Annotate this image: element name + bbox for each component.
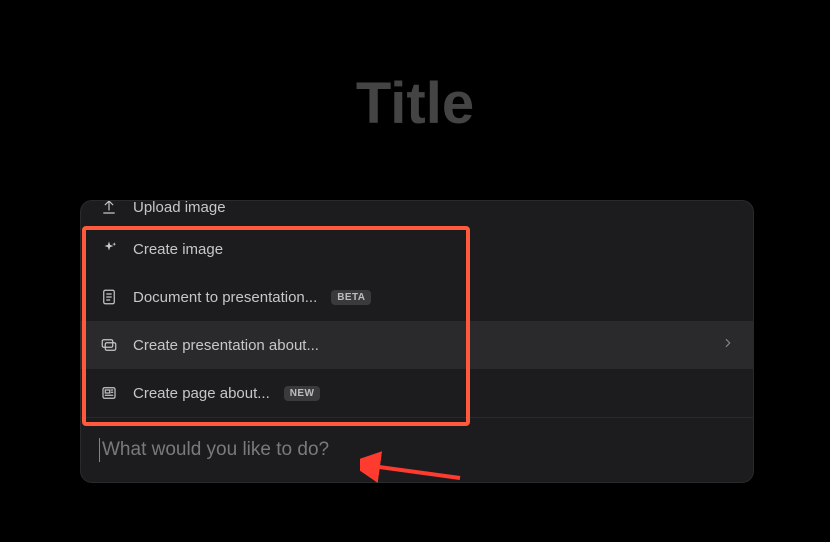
menu-item-label: Create image <box>133 241 223 258</box>
menu-item-upload-image[interactable]: Upload image <box>81 200 753 225</box>
menu-item-create-page[interactable]: Create page about... NEW <box>81 369 753 417</box>
command-input-area <box>81 417 753 482</box>
new-badge: NEW <box>284 386 321 401</box>
chevron-right-icon <box>721 336 735 354</box>
page-icon <box>99 383 119 403</box>
text-caret <box>99 438 100 462</box>
menu-item-create-image[interactable]: Create image <box>81 225 753 273</box>
document-icon <box>99 287 119 307</box>
command-panel: Upload image Create image Document t <box>80 200 754 483</box>
menu-item-label: Create page about... <box>133 385 270 402</box>
beta-badge: BETA <box>331 290 371 305</box>
menu-item-doc-to-presentation[interactable]: Document to presentation... BETA <box>81 273 753 321</box>
presentation-icon <box>99 335 119 355</box>
page-title: Title <box>356 70 474 137</box>
menu-item-label: Create presentation about... <box>133 337 319 354</box>
upload-icon <box>99 200 119 217</box>
menu-item-label: Upload image <box>133 200 226 216</box>
sparkle-icon <box>99 239 119 259</box>
command-menu: Upload image Create image Document t <box>81 201 753 417</box>
menu-item-create-presentation[interactable]: Create presentation about... <box>81 321 753 369</box>
menu-item-label: Document to presentation... <box>133 289 317 306</box>
command-input[interactable] <box>102 439 735 461</box>
